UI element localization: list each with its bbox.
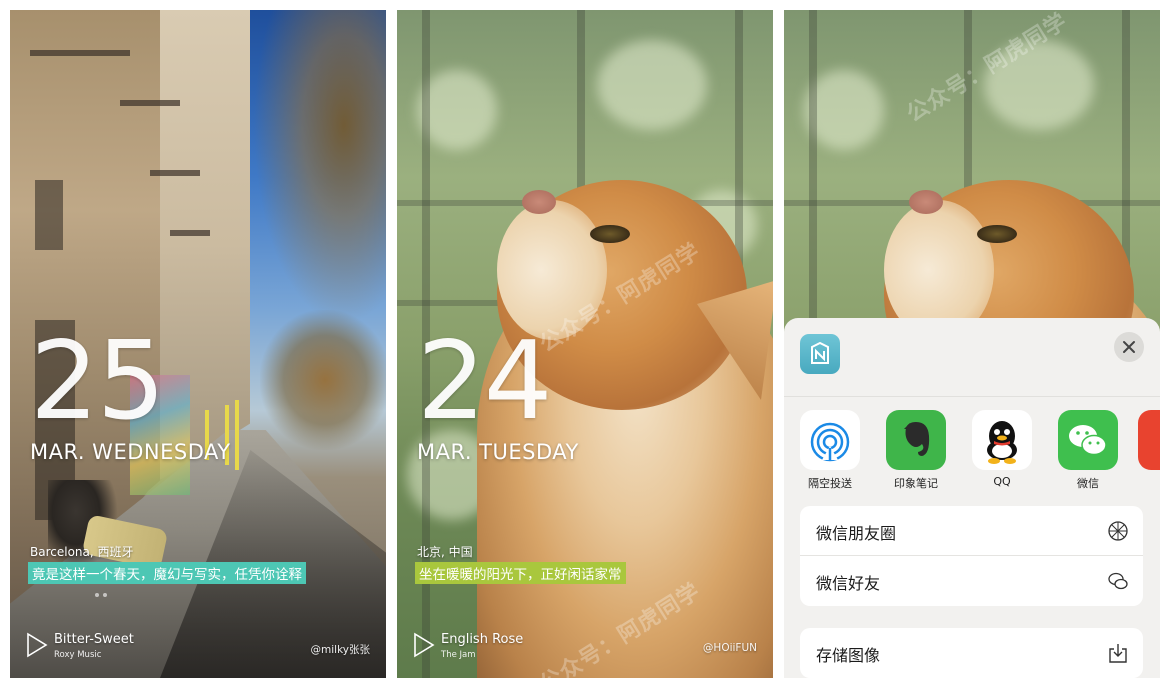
date-weekday: MAR. TUESDAY: [417, 440, 579, 464]
date-weekday: MAR. WEDNESDAY: [30, 440, 231, 464]
app-label: 隔空投送: [808, 477, 852, 490]
cat-eye: [590, 225, 630, 243]
caption-text: 坐在暖暖的阳光下，正好闲话家常: [415, 562, 626, 584]
close-icon: [1123, 341, 1135, 353]
share-app-evernote[interactable]: 印象笔记: [880, 410, 952, 491]
share-app-more[interactable]: [1138, 410, 1160, 470]
action-label: 微信好友: [816, 574, 881, 593]
location-label: Barcelona, 西班牙: [30, 545, 134, 559]
song-title: English Rose: [441, 632, 524, 647]
caption-text: 竟是这样一个春天，魔幻与写实，任凭你诠释: [28, 562, 306, 584]
lockscreen-panel-cat: 24 MAR. TUESDAY 北京, 中国 坐在暖暖的阳光下，正好闲话家常 E…: [397, 10, 773, 678]
share-app-qq[interactable]: QQ: [966, 410, 1038, 488]
balcony: [120, 100, 180, 106]
yellow-post: [235, 400, 239, 470]
balcony: [30, 50, 130, 56]
balcony: [150, 170, 200, 176]
moments-icon: [1108, 521, 1128, 541]
bokeh: [597, 40, 707, 130]
share-sheet: 隔空投送 印象笔记 QQ 微信 微信朋友圈 微信好友 存储图像: [784, 318, 1160, 678]
share-apps-row: 隔空投送 印象笔记 QQ 微信: [784, 410, 1160, 510]
app-label: QQ: [993, 475, 1011, 488]
app-logo-icon: [800, 334, 840, 374]
share-sheet-panel: 公众号：阿虎同学 隔空投送 印象笔记 QQ 微信 微信朋友圈 微信好友 存储图像: [784, 10, 1160, 678]
share-actions-card: 微信朋友圈 微信好友: [800, 506, 1143, 606]
tree-branches: [246, 10, 386, 340]
wechat-icon: [1058, 410, 1118, 470]
bokeh: [984, 40, 1094, 130]
action-label: 存储图像: [816, 646, 881, 665]
window: [35, 180, 63, 250]
day-number: 25: [30, 319, 165, 444]
share-sheet-header: [784, 318, 1160, 390]
play-icon[interactable]: [413, 632, 435, 658]
action-wechat-friends[interactable]: 微信好友: [800, 556, 1143, 606]
cat-nose: [522, 190, 556, 214]
photo-credit: @HOiiFUN: [702, 642, 757, 654]
evernote-icon: [886, 410, 946, 470]
divider: [784, 396, 1160, 397]
photo-credit: @milky张张: [310, 644, 370, 656]
song-title: Bitter-Sweet: [54, 632, 134, 647]
cat-eye: [977, 225, 1017, 243]
location-label: 北京, 中国: [417, 545, 473, 559]
day-number: 24: [417, 319, 552, 444]
airdrop-icon: [800, 410, 860, 470]
song-artist: Roxy Music: [54, 650, 102, 660]
action-label: 微信朋友圈: [816, 524, 897, 543]
cat-nose: [909, 190, 943, 214]
close-button[interactable]: [1114, 332, 1144, 362]
action-save-image[interactable]: 存储图像: [800, 628, 1143, 678]
lockscreen-panel-barcelona: 25 MAR. WEDNESDAY Barcelona, 西班牙 竟是这样一个春…: [10, 10, 386, 678]
wechat-friends-icon: [1108, 572, 1128, 590]
partial-app-icon: [1138, 410, 1160, 470]
share-actions-card-2: 存储图像: [800, 628, 1143, 678]
share-app-wechat[interactable]: 微信: [1052, 410, 1124, 491]
share-app-airdrop[interactable]: 隔空投送: [794, 410, 866, 491]
save-image-icon: [1109, 644, 1127, 663]
action-wechat-moments[interactable]: 微信朋友圈: [800, 506, 1143, 556]
page-dots: [95, 582, 125, 597]
play-icon[interactable]: [26, 632, 48, 658]
song-artist: The Jam: [441, 650, 476, 660]
app-label: 印象笔记: [894, 477, 938, 490]
qq-icon: [972, 410, 1032, 470]
balcony: [170, 230, 210, 236]
tree-foliage: [260, 310, 386, 450]
app-label: 微信: [1077, 477, 1099, 490]
